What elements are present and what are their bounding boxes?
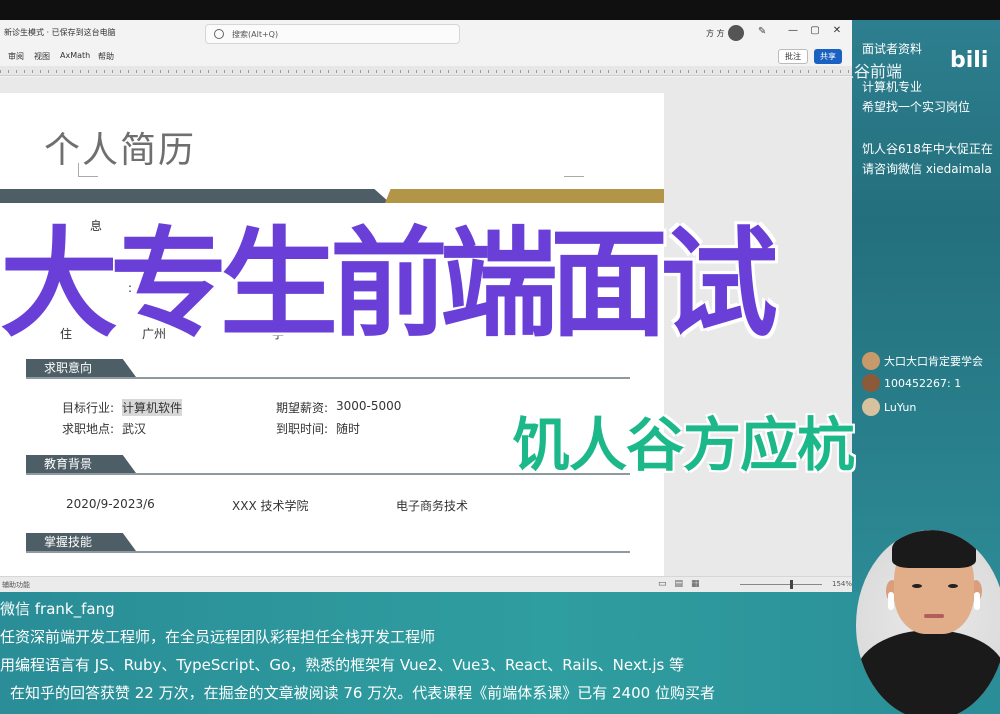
subtitle-overlay: 饥人谷方应杭 xyxy=(512,411,855,479)
earbud-icon xyxy=(974,592,980,610)
view-mode-icons[interactable]: ▭▤▦ xyxy=(658,579,708,589)
resume-title: 个人简历 xyxy=(44,130,197,171)
document-title: 新诊生模式 · 已保存到这台电脑 xyxy=(4,28,116,37)
menu-axmath[interactable]: AxMath xyxy=(60,51,90,60)
salary-value: 3000-5000 xyxy=(336,399,402,413)
search-icon xyxy=(214,29,224,39)
bottom-info-bar: 微信 frank_fang 任资深前端开发工程师，在全员远程团队彩程担任全栈开发… xyxy=(0,592,1000,714)
screen: 新诊生模式 · 已保存到这台电脑 搜索(Alt+Q) 方 方 ✎ — ▢ ✕ 审… xyxy=(0,0,1000,714)
chat-message: 100452267: 1 xyxy=(862,372,961,394)
chat-avatar xyxy=(862,374,880,392)
user-avatar[interactable] xyxy=(728,25,744,41)
chat-text: 100452267: 1 xyxy=(884,376,962,390)
zoom-level[interactable]: 154% xyxy=(832,580,852,588)
search-box[interactable]: 搜索(Alt+Q) xyxy=(205,24,460,44)
section-divider xyxy=(26,377,630,379)
ribbon-menu: 审阅 视图 AxMath 帮助 批注 共享 xyxy=(0,48,852,66)
presenter-eye xyxy=(948,584,958,588)
title-bar: 新诊生模式 · 已保存到这台电脑 搜索(Alt+Q) 方 方 ✎ — ▢ ✕ xyxy=(0,20,852,48)
education-period: 2020/9-2023/6 xyxy=(66,497,155,511)
maximize-button[interactable]: ▢ xyxy=(808,25,822,36)
chat-message: LuYun xyxy=(862,396,916,418)
status-bar: 辅助功能 ▭▤▦ 154% xyxy=(0,576,852,592)
presenter-body xyxy=(856,630,1000,714)
location-label: 求职地点: xyxy=(62,422,115,436)
start-label: 到职时间: xyxy=(276,422,329,436)
menu-help[interactable]: 帮助 xyxy=(98,51,114,62)
presenter-hair xyxy=(892,530,976,568)
panel-line: 请咨询微信 xiedaimala xyxy=(862,162,992,176)
pen-icon[interactable]: ✎ xyxy=(758,26,766,37)
salary-label: 期望薪资: xyxy=(276,401,329,415)
corner-mark xyxy=(564,163,584,177)
menu-review[interactable]: 审阅 xyxy=(8,51,24,62)
education-major: 电子商务技术 xyxy=(396,499,469,513)
panel-line: 计算机专业 xyxy=(862,80,923,94)
panel-line: 饥人谷618年中大促正在 xyxy=(862,142,993,156)
close-button[interactable]: ✕ xyxy=(830,25,844,36)
share-button[interactable]: 共享 xyxy=(814,49,842,64)
section-skills: 掌握技能 xyxy=(26,533,136,551)
industry-value[interactable]: 计算机软件 xyxy=(122,399,183,416)
education-school: XXX 技术学院 xyxy=(232,499,309,513)
earbud-icon xyxy=(888,592,894,610)
ruler xyxy=(0,66,852,76)
menu-view[interactable]: 视图 xyxy=(34,51,50,62)
bottom-line: 微信 frank_fang xyxy=(0,600,115,618)
comments-button[interactable]: 批注 xyxy=(778,49,808,64)
search-placeholder: 搜索(Alt+Q) xyxy=(232,29,279,39)
webcam-feed xyxy=(856,530,1000,714)
section-intent: 求职意向 xyxy=(26,359,136,377)
section-education: 教育背景 xyxy=(26,455,136,473)
user-name[interactable]: 方 方 xyxy=(706,28,725,39)
chat-text: LuYun xyxy=(884,400,917,414)
presenter-eye xyxy=(912,584,922,588)
bottom-line: 在知乎的回答获赞 22 万次，在掘金的文章被阅读 76 万次。代表课程《前端体系… xyxy=(10,684,715,702)
industry-label: 目标行业: xyxy=(62,401,115,415)
bilibili-logo: bili xyxy=(950,48,989,73)
zoom-slider-thumb[interactable] xyxy=(790,580,793,589)
presenter-mouth xyxy=(924,614,944,618)
minimize-button[interactable]: — xyxy=(786,25,800,36)
zoom-slider-track[interactable] xyxy=(740,584,822,585)
start-value: 随时 xyxy=(336,422,361,436)
bottom-line: 用编程语言有 JS、Ruby、TypeScript、Go，熟悉的框架有 Vue2… xyxy=(0,656,685,674)
location-value: 武汉 xyxy=(122,422,147,436)
bottom-line: 任资深前端开发工程师，在全员远程团队彩程担任全栈开发工程师 xyxy=(0,628,436,646)
panel-line: 希望找一个实习岗位 xyxy=(862,100,971,114)
accessibility-status[interactable]: 辅助功能 xyxy=(2,580,30,590)
section-divider xyxy=(26,551,630,553)
chat-avatar xyxy=(862,398,880,416)
headline-overlay: 大专生前端面试 xyxy=(0,215,778,353)
panel-line: 面试者资料 xyxy=(862,42,923,56)
